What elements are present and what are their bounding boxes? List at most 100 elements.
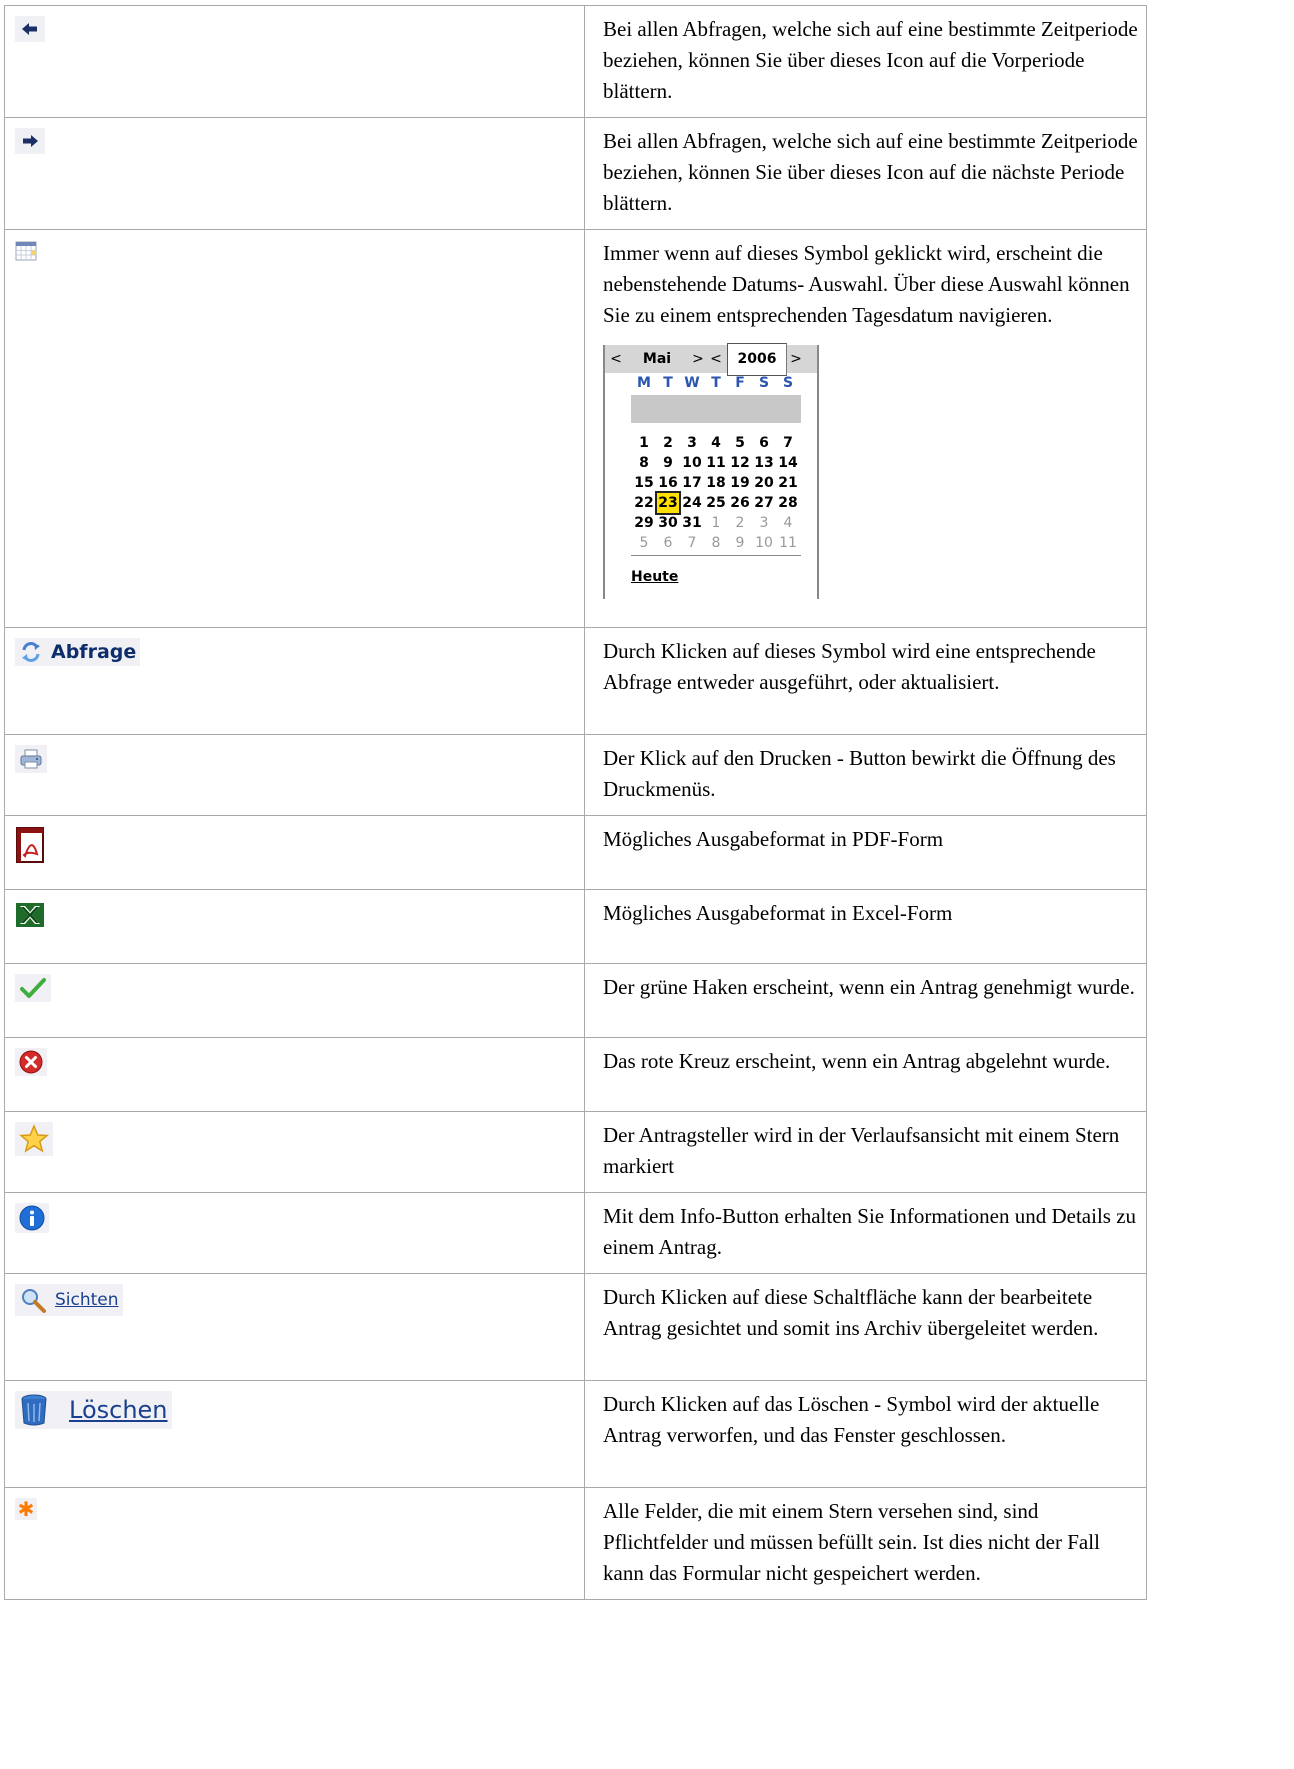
day-cell[interactable]: 17 — [681, 473, 703, 493]
day-cell[interactable]: 14 — [777, 453, 799, 473]
icon-cell — [4, 1192, 585, 1274]
day-cell-other-month[interactable]: 1 — [705, 513, 727, 533]
icon-cell — [4, 1037, 585, 1112]
printer-icon[interactable] — [15, 745, 47, 773]
icon-cell — [4, 963, 585, 1038]
day-cell-other-month[interactable]: 10 — [753, 533, 775, 553]
day-cell[interactable]: 19 — [729, 473, 751, 493]
icon-cell: Löschen — [4, 1380, 585, 1488]
day-cell[interactable]: 6 — [753, 433, 775, 453]
row-description: Der grüne Haken erscheint, wenn ein Antr… — [584, 963, 1147, 1038]
day-cell-other-month[interactable]: 8 — [705, 533, 727, 553]
day-cell-other-month[interactable]: 2 — [729, 513, 751, 533]
calendar-icon[interactable] — [15, 240, 37, 267]
row-description: Mögliches Ausgabeformat in Excel-Form — [584, 889, 1147, 964]
red-cross-icon — [15, 1048, 47, 1076]
calendar-description: Immer wenn auf dieses Symbol geklickt wi… — [603, 241, 1130, 327]
day-cell-other-month[interactable]: 6 — [657, 533, 679, 553]
day-cell[interactable]: 20 — [753, 473, 775, 493]
day-cell[interactable]: 21 — [777, 473, 799, 493]
row-description: Alle Felder, die mit einem Stern versehe… — [584, 1487, 1147, 1600]
day-cell[interactable]: 27 — [753, 493, 775, 513]
day-cell[interactable]: 16 — [657, 473, 679, 493]
weekday-label: F — [735, 375, 745, 391]
loeschen-button[interactable]: Löschen — [15, 1391, 172, 1429]
table-row: Das rote Kreuz erscheint, wenn ein Antra… — [4, 1037, 1147, 1112]
day-cell[interactable]: 22 — [633, 493, 655, 513]
day-cell[interactable]: 4 — [705, 433, 727, 453]
abfrage-button[interactable]: Abfrage — [15, 638, 141, 666]
checkmark-icon — [15, 974, 51, 1002]
icon-cell — [4, 815, 585, 890]
sichten-label: Sichten — [55, 1290, 119, 1310]
day-cell[interactable]: 13 — [753, 453, 775, 473]
table-row: Mögliches Ausgabeformat in PDF-Form — [4, 815, 1147, 890]
next-month-button[interactable]: > — [689, 344, 707, 375]
day-cell[interactable]: 7 — [777, 433, 799, 453]
day-cell[interactable]: 2 — [657, 433, 679, 453]
icon-cell — [4, 1111, 585, 1193]
arrow-right-icon[interactable] — [15, 128, 45, 154]
day-cell[interactable]: 28 — [777, 493, 799, 513]
weekday-header: M T W T F S S — [605, 373, 817, 393]
day-cell[interactable]: 8 — [633, 453, 655, 473]
excel-icon[interactable] — [15, 900, 45, 935]
table-row: Abfrage Durch Klicken auf dieses Symbol … — [4, 627, 1147, 735]
day-cell[interactable]: 3 — [681, 433, 703, 453]
row-description: Das rote Kreuz erscheint, wenn ein Antra… — [584, 1037, 1147, 1112]
row-description: Durch Klicken auf dieses Symbol wird ein… — [584, 627, 1147, 735]
row-description: Durch Klicken auf das Löschen - Symbol w… — [584, 1380, 1147, 1488]
day-cell-other-month[interactable]: 4 — [777, 513, 799, 533]
day-cell-today[interactable]: 23 — [655, 491, 681, 515]
pdf-icon[interactable] — [15, 826, 45, 869]
day-cell[interactable]: 9 — [657, 453, 679, 473]
prev-month-button[interactable]: < — [607, 344, 625, 375]
day-cell[interactable]: 25 — [705, 493, 727, 513]
prev-year-button[interactable]: < — [707, 344, 725, 375]
day-cell[interactable]: 5 — [729, 433, 751, 453]
table-row: ✱ Alle Felder, die mit einem Stern verse… — [4, 1487, 1147, 1600]
day-cell[interactable]: 31 — [681, 513, 703, 533]
year-field[interactable]: 2006 — [727, 342, 787, 376]
today-link[interactable]: Heute — [631, 569, 678, 585]
arrow-left-icon[interactable] — [15, 16, 45, 42]
table-row: Der Klick auf den Drucken - Button bewir… — [4, 734, 1147, 816]
sichten-button[interactable]: Sichten — [15, 1284, 123, 1316]
day-cell[interactable]: 10 — [681, 453, 703, 473]
row-description: Bei allen Abfragen, welche sich auf eine… — [584, 5, 1147, 118]
day-cell[interactable]: 18 — [705, 473, 727, 493]
day-cell[interactable]: 30 — [657, 513, 679, 533]
day-cell-other-month[interactable]: 3 — [753, 513, 775, 533]
day-cell-other-month[interactable]: 11 — [777, 533, 799, 553]
day-cell-other-month[interactable]: 5 — [633, 533, 655, 553]
day-cell-other-month[interactable]: 9 — [729, 533, 751, 553]
info-icon[interactable] — [15, 1203, 49, 1233]
day-cell[interactable]: 26 — [729, 493, 751, 513]
asterisk-icon: ✱ — [15, 1497, 37, 1521]
row-description: Der Klick auf den Drucken - Button bewir… — [584, 734, 1147, 816]
icon-cell: ✱ — [4, 1487, 585, 1600]
day-cell[interactable]: 11 — [705, 453, 727, 473]
icon-cell — [4, 229, 585, 628]
icon-legend-table: Bei allen Abfragen, welche sich auf eine… — [4, 5, 1147, 1600]
icon-cell — [4, 117, 585, 230]
day-cell[interactable]: 29 — [633, 513, 655, 533]
weekday-label: T — [711, 375, 721, 391]
icon-cell: Sichten — [4, 1273, 585, 1381]
table-row: Mögliches Ausgabeformat in Excel-Form — [4, 889, 1147, 964]
refresh-icon — [22, 642, 40, 662]
table-row: Bei allen Abfragen, welche sich auf eine… — [4, 5, 1147, 118]
next-year-button[interactable]: > — [787, 344, 805, 375]
day-cell[interactable]: 12 — [729, 453, 751, 473]
magnifier-icon — [22, 1289, 46, 1313]
calendar-divider — [631, 555, 801, 556]
day-cell-other-month[interactable]: 7 — [681, 533, 703, 553]
table-row: Löschen Durch Klicken auf das Löschen - … — [4, 1380, 1147, 1488]
table-row: Der Antragsteller wird in der Verlaufsan… — [4, 1111, 1147, 1193]
row-description: Mögliches Ausgabeformat in PDF-Form — [584, 815, 1147, 890]
row-description: Durch Klicken auf diese Schaltfläche kan… — [584, 1273, 1147, 1381]
trash-icon — [21, 1394, 47, 1426]
day-cell[interactable]: 15 — [633, 473, 655, 493]
day-cell[interactable]: 24 — [681, 493, 703, 513]
day-cell[interactable]: 1 — [633, 433, 655, 453]
